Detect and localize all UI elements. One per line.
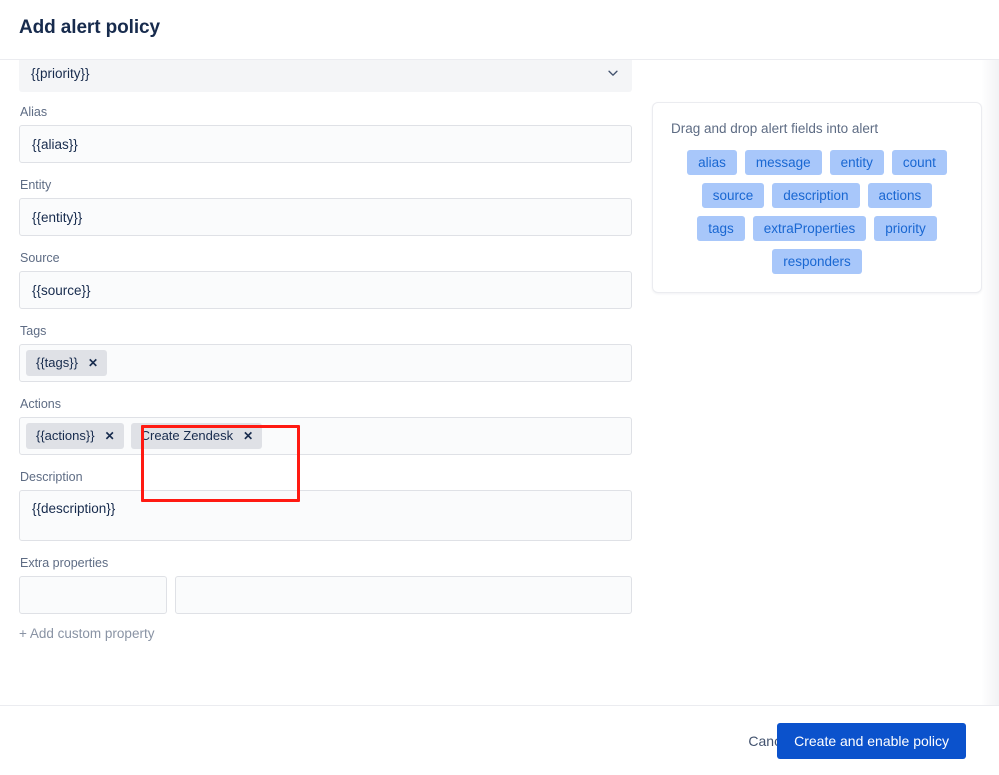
field-label-tags: Tags bbox=[20, 324, 47, 338]
add-alert-policy-dialog: Add alert policy {{priority}} Alias {{al… bbox=[0, 0, 999, 775]
source-input[interactable]: {{source}} bbox=[19, 271, 632, 309]
entity-input-value: {{entity}} bbox=[32, 209, 83, 225]
field-description: Description {{description}} bbox=[19, 469, 632, 541]
token-row: source description actions bbox=[669, 183, 965, 208]
field-token-count[interactable]: count bbox=[891, 150, 947, 175]
token-row: alias message entity count bbox=[669, 150, 965, 175]
scroll-edge-shadow bbox=[981, 60, 999, 705]
field-label-extra-properties: Extra properties bbox=[20, 556, 109, 570]
page-title: Add alert policy bbox=[19, 17, 160, 38]
close-icon[interactable]: ✕ bbox=[88, 357, 98, 369]
field-extra-properties: Extra properties + Add custom property bbox=[19, 555, 632, 641]
actions-input[interactable]: {{actions}} ✕ Create Zendesk ✕ bbox=[19, 417, 632, 455]
dialog-header: Add alert policy bbox=[0, 0, 999, 60]
alias-input-value: {{alias}} bbox=[32, 136, 78, 152]
field-label-actions: Actions bbox=[20, 397, 61, 411]
form-fields: Alias {{alias}} Entity {{entity}} Source… bbox=[19, 60, 632, 641]
create-and-enable-policy-button[interactable]: Create and enable policy bbox=[777, 723, 966, 759]
tag-chip-label: {{tags}} bbox=[36, 355, 78, 370]
field-token-extraproperties[interactable]: extraProperties bbox=[752, 216, 867, 241]
action-chip-create-zendesk[interactable]: Create Zendesk ✕ bbox=[130, 423, 263, 449]
field-label-alias: Alias bbox=[20, 105, 48, 119]
field-label-description: Description bbox=[20, 470, 83, 484]
field-token-entity[interactable]: entity bbox=[829, 150, 884, 175]
entity-input[interactable]: {{entity}} bbox=[19, 198, 632, 236]
description-textarea[interactable]: {{description}} bbox=[19, 490, 632, 541]
field-entity: Entity {{entity}} bbox=[19, 177, 632, 236]
drag-drop-title: Drag and drop alert fields into alert bbox=[671, 121, 879, 136]
extra-property-row bbox=[19, 576, 632, 614]
action-chip-label: {{actions}} bbox=[36, 428, 95, 443]
field-token-source[interactable]: source bbox=[701, 183, 765, 208]
field-tags: Tags {{tags}} ✕ bbox=[19, 323, 632, 382]
action-chip-label: Create Zendesk bbox=[140, 428, 234, 443]
tag-chip[interactable]: {{tags}} ✕ bbox=[26, 350, 108, 376]
field-token-alias[interactable]: alias bbox=[687, 150, 737, 175]
field-token-tags[interactable]: tags bbox=[697, 216, 745, 241]
dialog-footer: Cancel Create and enable policy bbox=[0, 705, 999, 775]
extra-property-key-input[interactable] bbox=[19, 576, 167, 614]
dialog-body: {{priority}} Alias {{alias}} Entity {{en… bbox=[0, 60, 999, 705]
field-token-responders[interactable]: responders bbox=[772, 249, 862, 274]
field-label-source: Source bbox=[20, 251, 60, 265]
token-row: responders bbox=[669, 249, 965, 274]
close-icon[interactable]: ✕ bbox=[243, 430, 253, 442]
description-value: {{description}} bbox=[32, 501, 116, 516]
field-label-entity: Entity bbox=[20, 178, 52, 192]
action-chip-actions[interactable]: {{actions}} ✕ bbox=[26, 423, 124, 449]
field-token-description[interactable]: description bbox=[772, 183, 860, 208]
field-token-priority[interactable]: priority bbox=[874, 216, 937, 241]
extra-property-value-input[interactable] bbox=[175, 576, 632, 614]
source-input-value: {{source}} bbox=[32, 282, 91, 298]
drag-drop-panel: Drag and drop alert fields into alert al… bbox=[652, 102, 982, 293]
tags-input[interactable]: {{tags}} ✕ bbox=[19, 344, 632, 382]
field-actions: Actions {{actions}} ✕ Create Zendesk ✕ bbox=[19, 396, 632, 455]
field-alias: Alias {{alias}} bbox=[19, 104, 632, 163]
field-source: Source {{source}} bbox=[19, 250, 632, 309]
close-icon[interactable]: ✕ bbox=[105, 430, 115, 442]
token-rows: alias message entity count source descri… bbox=[669, 150, 965, 274]
token-row: tags extraProperties priority bbox=[669, 216, 965, 241]
field-token-message[interactable]: message bbox=[744, 150, 822, 175]
alias-input[interactable]: {{alias}} bbox=[19, 125, 632, 163]
add-custom-property-link[interactable]: + Add custom property bbox=[19, 626, 632, 641]
field-token-actions[interactable]: actions bbox=[867, 183, 933, 208]
